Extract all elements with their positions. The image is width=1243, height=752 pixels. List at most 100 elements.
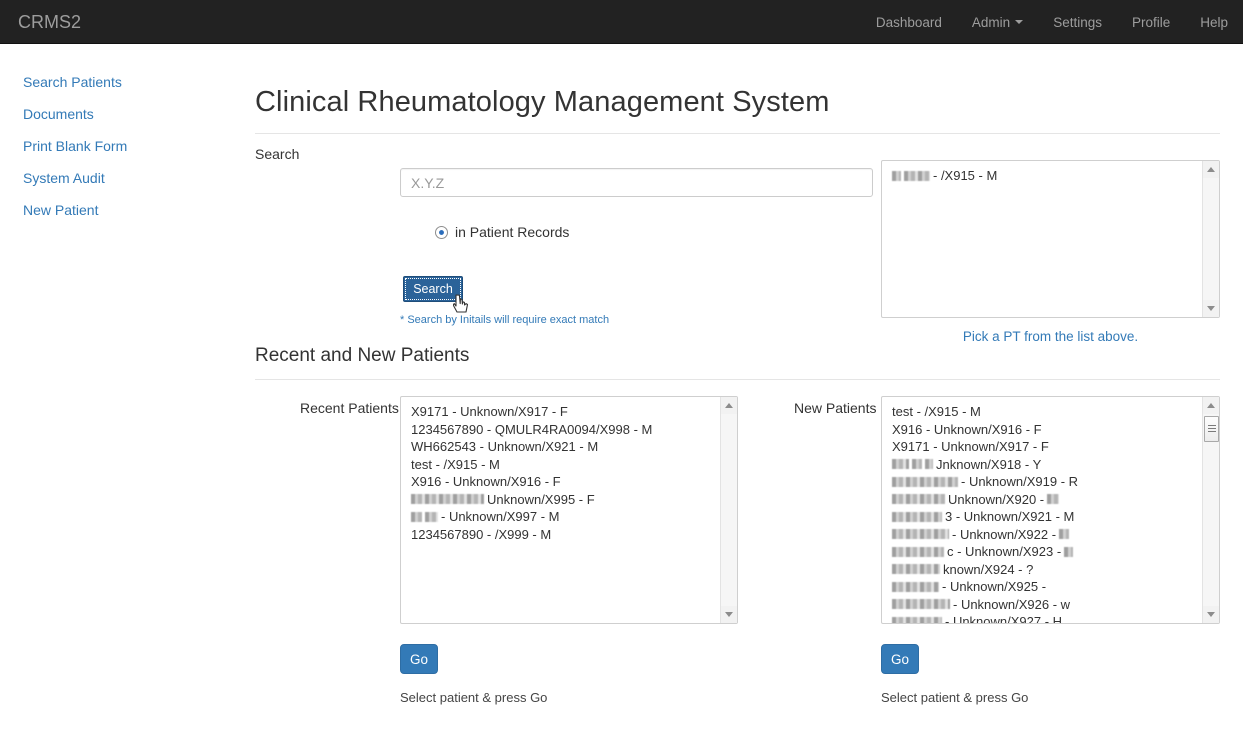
pick-patient-note: Pick a PT from the list above. (962, 329, 1139, 344)
brand-logo[interactable]: CRMS2 (10, 0, 89, 44)
scrollbar-thumb[interactable] (1204, 416, 1219, 442)
redacted-name-block (425, 511, 438, 522)
list-item-label: - Unknown/X922 - (952, 526, 1057, 542)
list-item[interactable]: known/X924 - ? (892, 561, 1202, 579)
nav-link-label: Admin (971, 14, 1011, 30)
sidebar-item-print-blank-form[interactable]: Print Blank Form (0, 130, 230, 162)
nav-link-profile[interactable]: Profile (1117, 0, 1185, 44)
list-item-label: - Unknown/X927 - H (945, 614, 1063, 623)
recent-patients-label: Recent Patients (300, 400, 399, 416)
sidebar: Search Patients Documents Print Blank Form… (0, 44, 230, 226)
scroll-up-arrow-icon[interactable] (1203, 161, 1219, 178)
list-item-label: test - /X915 - M (892, 404, 981, 419)
list-item[interactable]: Unknown/X995 - F (411, 491, 720, 509)
search-hint-text: * Search by Initails will require exact … (400, 314, 610, 326)
redacted-name-block (925, 459, 933, 470)
nav-link-label: Settings (1053, 14, 1102, 30)
redacted-value-block (1059, 529, 1070, 540)
sidebar-item-documents[interactable]: Documents (0, 98, 230, 130)
list-item[interactable]: 1234567890 - /X999 - M (411, 526, 720, 544)
list-item-label: known/X924 - ? (943, 561, 1034, 577)
scroll-down-arrow-icon[interactable] (721, 606, 737, 623)
list-item[interactable]: 3 - Unknown/X921 - M (892, 508, 1202, 526)
section-divider (255, 379, 1220, 380)
search-button[interactable]: Search (403, 276, 463, 302)
redacted-name-block (892, 599, 950, 610)
list-item[interactable]: c - Unknown/X923 - (892, 543, 1202, 561)
scroll-down-arrow-icon[interactable] (1203, 300, 1219, 317)
search-results-options: - /X915 - M (882, 161, 1202, 317)
list-item-label: - Unknown/X919 - R (961, 474, 1079, 489)
redacted-name-block (904, 170, 930, 181)
redacted-name-block (892, 494, 945, 505)
list-item-label: - Unknown/X925 - (942, 579, 1047, 594)
list-item[interactable]: X9171 - Unknown/X917 - F (411, 403, 720, 421)
new-patients-label: New Patients (794, 400, 877, 416)
list-item-label: WH662543 - Unknown/X921 - M (411, 439, 599, 454)
list-item-label: Unknown/X920 - (948, 491, 1045, 507)
list-item[interactable]: - Unknown/X927 - H (892, 613, 1202, 623)
new-patients-scrollbar[interactable] (1202, 397, 1219, 623)
radio-in-patient-records[interactable]: in Patient Records (435, 224, 569, 240)
redacted-name-block (892, 581, 939, 592)
nav-link-admin[interactable]: Admin (957, 0, 1038, 44)
list-item[interactable]: WH662543 - Unknown/X921 - M (411, 438, 720, 456)
redacted-value-block (1047, 494, 1060, 505)
list-item-label: - Unknown/X926 - w (953, 596, 1071, 612)
list-item[interactable]: - /X915 - M (892, 167, 1202, 185)
redacted-name-block (411, 511, 422, 522)
redacted-name-block (411, 494, 484, 505)
list-item[interactable]: - Unknown/X925 - (892, 578, 1202, 596)
scroll-up-arrow-icon[interactable] (1203, 397, 1219, 414)
list-item[interactable]: test - /X915 - M (411, 456, 720, 474)
radio-selected-icon[interactable] (435, 225, 448, 239)
search-results-scrollbar[interactable] (1202, 161, 1219, 317)
sidebar-item-system-audit[interactable]: System Audit (0, 162, 230, 194)
list-item[interactable]: - Unknown/X997 - M (411, 508, 720, 526)
list-item[interactable]: - Unknown/X922 - (892, 526, 1202, 544)
list-item[interactable]: X9171 - Unknown/X917 - F (892, 438, 1202, 456)
redacted-name-block (892, 564, 940, 575)
recent-patients-options: X9171 - Unknown/X917 - F 1234567890 - QMU… (401, 397, 720, 623)
nav-link-settings[interactable]: Settings (1038, 0, 1117, 44)
list-item[interactable]: X916 - Unknown/X916 - F (892, 421, 1202, 439)
list-item[interactable]: Unknown/X920 - (892, 491, 1202, 509)
list-item-label: - Unknown/X997 - M (441, 509, 560, 524)
recent-go-button[interactable]: Go (400, 644, 438, 674)
list-item[interactable]: test - /X915 - M (892, 403, 1202, 421)
list-item[interactable]: 1234567890 - QMULR4RA0094/X998 - M (411, 421, 720, 439)
list-item[interactable]: Jnknown/X918 - Y (892, 456, 1202, 474)
scroll-up-arrow-icon[interactable] (721, 397, 737, 414)
search-results-listbox[interactable]: - /X915 - M (881, 160, 1220, 318)
recent-patients-listbox[interactable]: X9171 - Unknown/X917 - F 1234567890 - QMU… (400, 396, 738, 624)
list-item-label: test - /X915 - M (411, 456, 500, 472)
sidebar-item-new-patient[interactable]: New Patient (0, 194, 230, 226)
nav-link-dashboard[interactable]: Dashboard (861, 0, 957, 44)
list-item[interactable]: - Unknown/X919 - R (892, 473, 1202, 491)
redacted-name-block (892, 476, 958, 487)
list-item[interactable]: - Unknown/X926 - w (892, 596, 1202, 614)
recent-go-note: Select patient & press Go (400, 690, 548, 705)
sidebar-item-search-patients[interactable]: Search Patients (0, 66, 230, 98)
list-item-label: 1234567890 - QMULR4RA0094/X998 - M (411, 421, 653, 437)
scroll-down-arrow-icon[interactable] (1203, 606, 1219, 623)
nav-link-label: Profile (1131, 14, 1171, 30)
list-item-label: Unknown/X995 - F (487, 491, 595, 507)
list-item-label: X9171 - Unknown/X917 - F (411, 404, 568, 419)
recent-patients-scrollbar[interactable] (720, 397, 737, 623)
search-label: Search (255, 146, 300, 162)
new-go-button[interactable]: Go (881, 644, 919, 674)
main-content: Clinical Rheumatology Management System … (255, 44, 1220, 705)
page-title: Clinical Rheumatology Management System (255, 86, 830, 118)
search-input[interactable] (400, 168, 873, 197)
navbar-links: Dashboard Admin Settings Profile Help (861, 0, 1243, 44)
new-patients-listbox[interactable]: test - /X915 - M X916 - Unknown/X916 - F X… (881, 396, 1220, 624)
nav-link-help[interactable]: Help (1185, 0, 1243, 44)
patients-row: Recent Patients X9171 - Unknown/X917 - F… (255, 396, 1220, 705)
top-navbar: CRMS2 Dashboard Admin Settings Profile Help (0, 0, 1243, 44)
redacted-value-block (1064, 546, 1074, 557)
list-item-label: 3 - Unknown/X921 - M (945, 509, 1075, 524)
redacted-name-block (892, 616, 942, 623)
redacted-name-block (912, 459, 922, 470)
list-item[interactable]: X916 - Unknown/X916 - F (411, 473, 720, 491)
